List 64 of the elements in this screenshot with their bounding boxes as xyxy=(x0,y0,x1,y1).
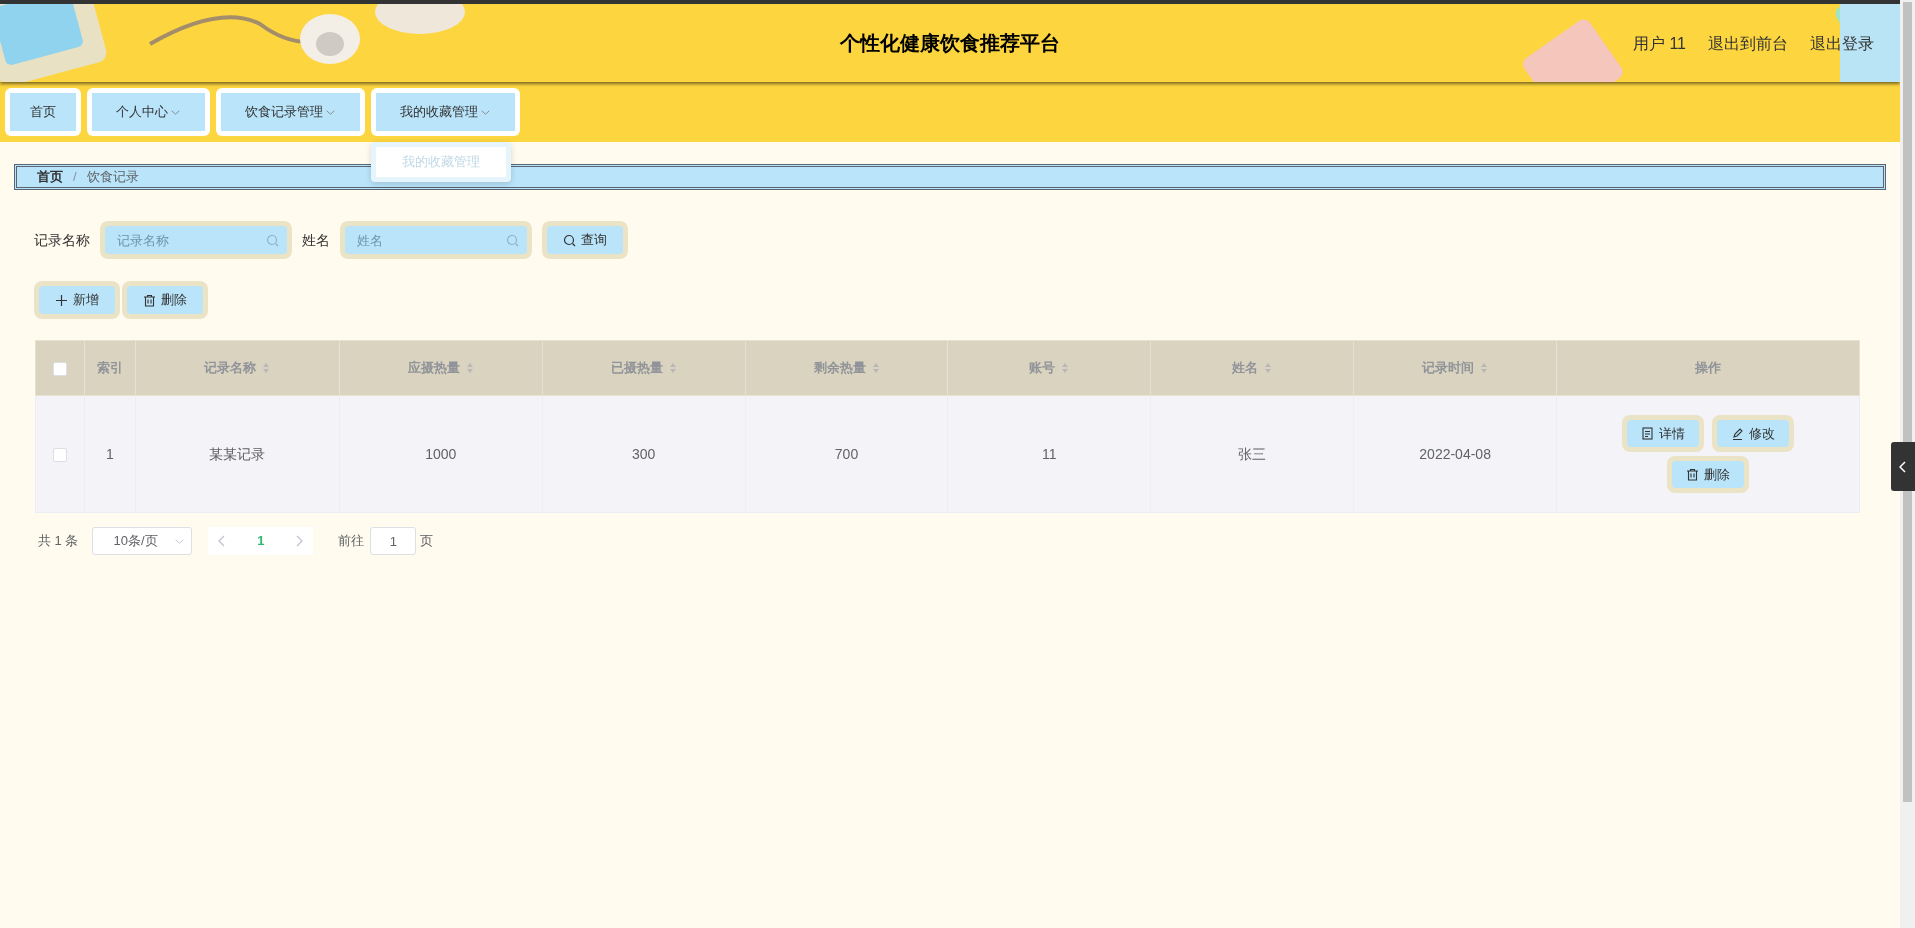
page-size-select[interactable]: 10条/页 xyxy=(92,527,193,555)
checkbox[interactable] xyxy=(53,447,67,462)
search-icon xyxy=(506,234,519,247)
chevron-left-icon xyxy=(1899,460,1907,473)
document-icon xyxy=(1641,427,1655,440)
header-link[interactable]: 退出到前台 xyxy=(1708,32,1788,56)
add-button[interactable]: 新增 xyxy=(39,286,115,314)
sort-icon[interactable] xyxy=(465,362,474,374)
nav-menu-item[interactable]: 首页 xyxy=(10,93,76,131)
column-header: 记录时间 xyxy=(1422,359,1475,378)
plus-icon xyxy=(55,293,68,307)
sort-icon[interactable] xyxy=(668,362,677,374)
search-icon xyxy=(266,234,279,247)
trash-icon xyxy=(1686,468,1700,481)
column-header: 操作 xyxy=(1695,359,1722,378)
table-cell: 张三 xyxy=(1238,445,1267,462)
field-label: 记录名称 xyxy=(34,230,90,250)
nav-menu-item[interactable]: 我的收藏管理 xyxy=(376,93,515,131)
page-input[interactable]: 1 xyxy=(370,527,417,555)
table-cell: 1 xyxy=(106,445,114,462)
search-field[interactable]: 姓名 xyxy=(345,226,527,254)
breadcrumb-item[interactable]: 首页 xyxy=(37,167,63,187)
column-header: 记录名称 xyxy=(204,359,257,378)
table-cell: 300 xyxy=(631,445,656,462)
header-link[interactable]: 用户 11 xyxy=(1632,32,1686,56)
delete-button[interactable]: 删除 xyxy=(127,286,203,314)
field-label: 姓名 xyxy=(302,230,330,250)
column-header: 姓名 xyxy=(1232,359,1259,378)
edit-button[interactable]: 修改 xyxy=(1717,420,1790,447)
search-button[interactable]: 查询 xyxy=(547,226,623,254)
nav-menu-item[interactable]: 饮食记录管理 xyxy=(221,93,360,131)
site-title: 个性化健康饮食推荐平台 xyxy=(840,31,1060,56)
table-cell: 1000 xyxy=(425,445,457,462)
search-field[interactable]: 记录名称 xyxy=(105,226,287,254)
scrollbar-thumb[interactable] xyxy=(1903,2,1912,802)
pencil-icon xyxy=(1731,427,1745,440)
goto-label: 前往 xyxy=(338,532,365,551)
checkbox[interactable] xyxy=(53,361,67,376)
next-page-icon[interactable] xyxy=(295,535,304,547)
collapse-tab[interactable] xyxy=(1891,442,1915,491)
prev-page-icon[interactable] xyxy=(218,535,227,547)
breadcrumb-separator: / xyxy=(73,168,77,187)
total-count: 共 1 条 xyxy=(38,532,79,551)
search-icon xyxy=(563,233,576,247)
table-cell: 2022-04-08 xyxy=(1419,445,1491,462)
detail-button[interactable]: 详情 xyxy=(1627,420,1700,447)
nav-menu-item[interactable]: 个人中心 xyxy=(92,93,205,131)
trash-icon xyxy=(143,293,156,307)
sort-icon[interactable] xyxy=(1264,362,1273,374)
table-cell: 700 xyxy=(834,445,859,462)
column-header: 索引 xyxy=(96,359,123,378)
delete-button[interactable]: 删除 xyxy=(1672,461,1745,488)
sort-icon[interactable] xyxy=(1061,362,1070,374)
goto-suffix: 页 xyxy=(420,532,434,551)
table-cell: 某某记录 xyxy=(209,445,266,462)
sort-icon[interactable] xyxy=(1480,362,1489,374)
column-header: 应摄热量 xyxy=(407,359,460,378)
column-header: 账号 xyxy=(1029,359,1056,378)
sort-icon[interactable] xyxy=(871,362,880,374)
column-header: 剩余热量 xyxy=(813,359,866,378)
sort-icon[interactable] xyxy=(262,362,271,374)
column-header: 已摄热量 xyxy=(610,359,663,378)
table-cell: 11 xyxy=(1042,445,1057,462)
breadcrumb-item[interactable]: 饮食记录 xyxy=(86,167,139,187)
